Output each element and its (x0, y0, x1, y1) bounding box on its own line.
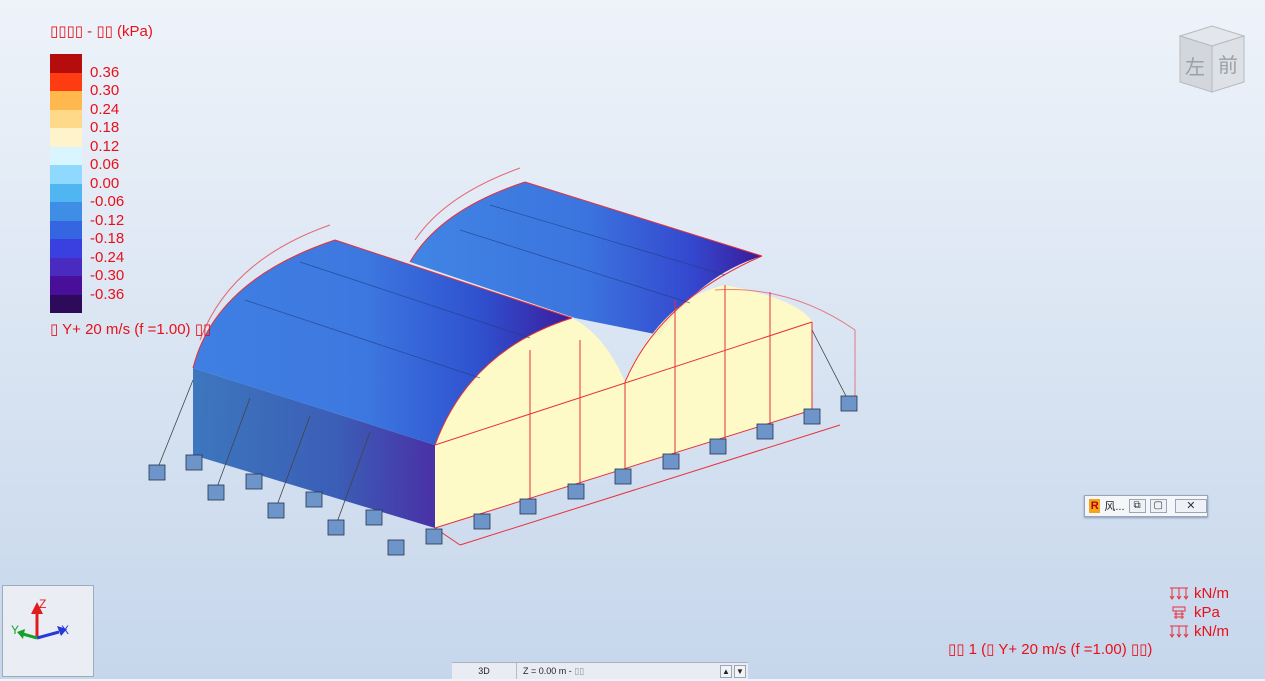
legend-swatch-row (50, 183, 82, 202)
legend-value-label: 0.36 (90, 63, 120, 81)
z-level-value: Z = 0.00 m - (523, 666, 575, 676)
legend-swatch (50, 183, 82, 202)
legend-swatch-row (50, 202, 82, 221)
legend-swatch-row (50, 91, 82, 110)
legend-swatch-row (50, 146, 82, 165)
unit-row: kN/m (1168, 622, 1229, 641)
legend-swatch-row (50, 294, 82, 313)
legend-swatch (50, 257, 82, 276)
legend-swatch (50, 146, 82, 165)
arrow-down-icon[interactable]: ▼ (734, 664, 746, 678)
legend-value-label: 0.06 (90, 156, 120, 173)
view-status-bar: 3D Z = 0.00 m - ▯▯ ▲ ▼ (452, 662, 748, 679)
legend-swatch-row (50, 276, 82, 295)
legend-swatch-row (50, 128, 82, 147)
legend-swatch (50, 165, 82, 184)
distributed-load-icon (1169, 587, 1189, 600)
z-level-suffix: ▯▯ (574, 666, 585, 676)
legend-value-label: -0.18 (90, 230, 125, 247)
legend-value-label: -0.24 (90, 248, 125, 266)
view-cube[interactable]: 左 前 (1172, 22, 1252, 98)
legend-swatch-row (50, 109, 82, 128)
legend-value-label: 0.18 (90, 119, 120, 136)
viewcube-left-face[interactable]: 左 (1185, 55, 1205, 79)
minimized-window[interactable]: R 风... ⧉ ▢ ✕ (1084, 495, 1208, 517)
load-case-title: ▯▯ 1 (▯ Y+ 20 m/s (f =1.00) ▯▯) (948, 641, 1153, 658)
legend-value-label: 0.12 (90, 137, 120, 155)
legend-swatch-row (50, 257, 82, 276)
legend-value-label: -0.06 (90, 193, 125, 210)
legend-title: ▯▯▯▯ - ▯▯ (kPa) (50, 23, 153, 40)
surface-load-icon (1172, 606, 1186, 619)
legend-value-label: 0.00 (90, 174, 120, 192)
model-viewport[interactable] (0, 0, 1265, 679)
legend-swatch (50, 276, 82, 295)
legend-swatch (50, 220, 82, 239)
legend-swatch-row (50, 239, 82, 258)
axis-x-label: X (61, 623, 69, 637)
minimized-window-title[interactable]: 风... (1104, 498, 1124, 514)
axis-z-label: Z (39, 597, 46, 611)
color-legend: 0.36 0.30 0.24 0.18 0.12 0.06 0.00 -0.06 -0.12 -0… (50, 54, 124, 313)
close-icon[interactable]: ✕ (1174, 499, 1208, 513)
unit-label: kPa (1194, 604, 1220, 621)
legend-swatch (50, 54, 82, 73)
axis-y-label: Y (11, 623, 19, 637)
unit-row: kN/m (1168, 584, 1229, 603)
legend-swatch (50, 202, 82, 221)
legend-value-label: -0.36 (90, 285, 125, 303)
load-case-caption: ▯ Y+ 20 m/s (f =1.00) ▯▯ (50, 321, 212, 338)
legend-swatch-row (50, 72, 82, 91)
unit-label: kN/m (1194, 623, 1229, 640)
legend-swatch (50, 294, 82, 313)
app-icon: R (1089, 499, 1101, 513)
maximize-icon[interactable]: ▢ (1149, 499, 1167, 513)
arrow-up-icon[interactable]: ▲ (720, 664, 732, 678)
legend-swatch-row (50, 165, 82, 184)
legend-swatch-row (50, 220, 82, 239)
units-legend: kN/m kPa kN/m (1168, 584, 1229, 641)
legend-value-label: -0.12 (90, 211, 125, 229)
legend-value-label: -0.30 (90, 267, 125, 284)
legend-swatch (50, 109, 82, 128)
legend-value-label: 0.24 (90, 100, 120, 118)
distributed-load-icon (1169, 625, 1189, 638)
legend-swatch (50, 91, 82, 110)
legend-swatch-row (50, 54, 82, 73)
z-level-field[interactable]: Z = 0.00 m - ▯▯ (517, 663, 720, 679)
legend-swatch (50, 239, 82, 258)
axis-indicator: Z Y X (2, 585, 94, 677)
legend-value-label: 0.30 (90, 82, 120, 99)
unit-label: kN/m (1194, 585, 1229, 602)
restore-icon[interactable]: ⧉ (1128, 499, 1146, 513)
view-mode-button[interactable]: 3D (452, 663, 517, 679)
unit-row: kPa (1168, 603, 1229, 622)
viewcube-front-face[interactable]: 前 (1218, 53, 1238, 77)
legend-swatch (50, 72, 82, 91)
legend-swatch (50, 128, 82, 147)
